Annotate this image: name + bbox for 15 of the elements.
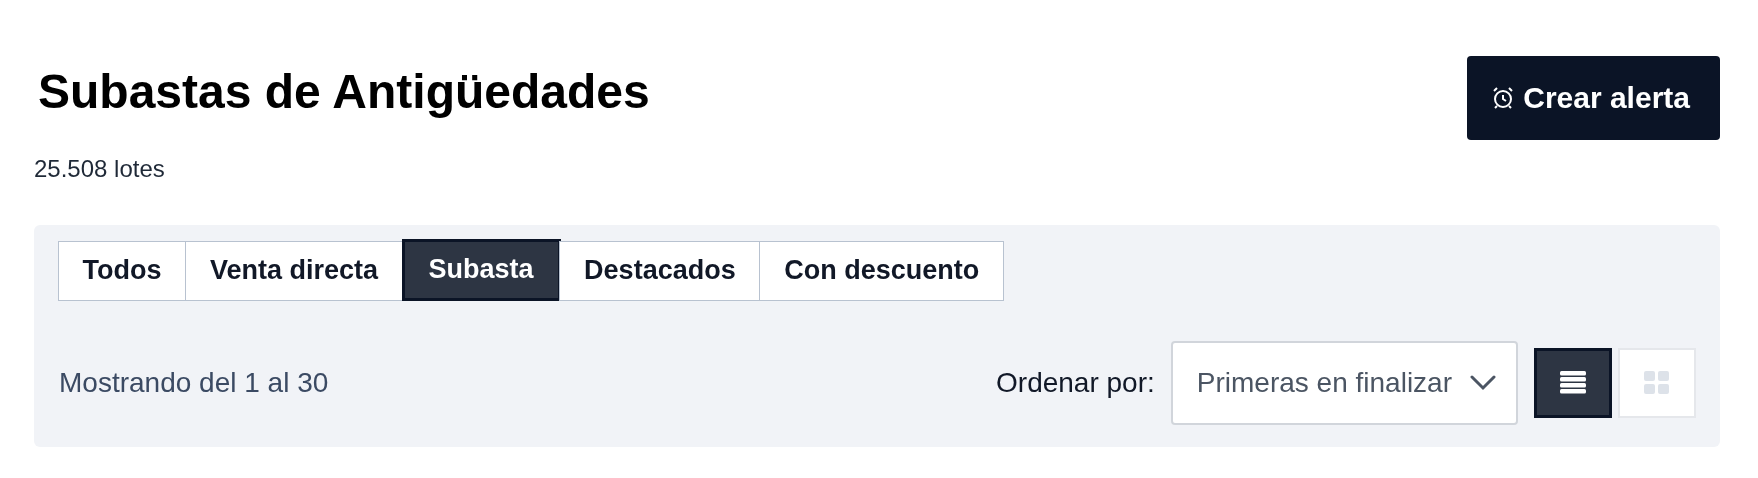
filter-tab[interactable]: Todos [57,240,187,301]
filter-tab[interactable]: Con descuento [759,240,1005,301]
results-text: Mostrando del 1 al 30 [59,366,330,399]
lot-count: 25.508 lotes [34,154,166,183]
create-alert-button[interactable]: Crear alerta [1467,56,1720,140]
sort-dropdown[interactable]: Primeras en finalizar [1170,340,1518,425]
filter-tab[interactable]: Subasta [401,238,561,301]
list-icon [1559,369,1587,396]
grid-icon [1643,369,1671,396]
view-toggle-button[interactable] [1534,347,1612,418]
filter-tab[interactable]: Venta directa [185,240,404,301]
chevron-down-icon [1470,374,1496,391]
page-title: Subastas de Antigüedades [38,66,650,119]
sort-label: Ordenar por: [996,366,1155,399]
filter-tab[interactable]: Destacados [559,240,761,301]
